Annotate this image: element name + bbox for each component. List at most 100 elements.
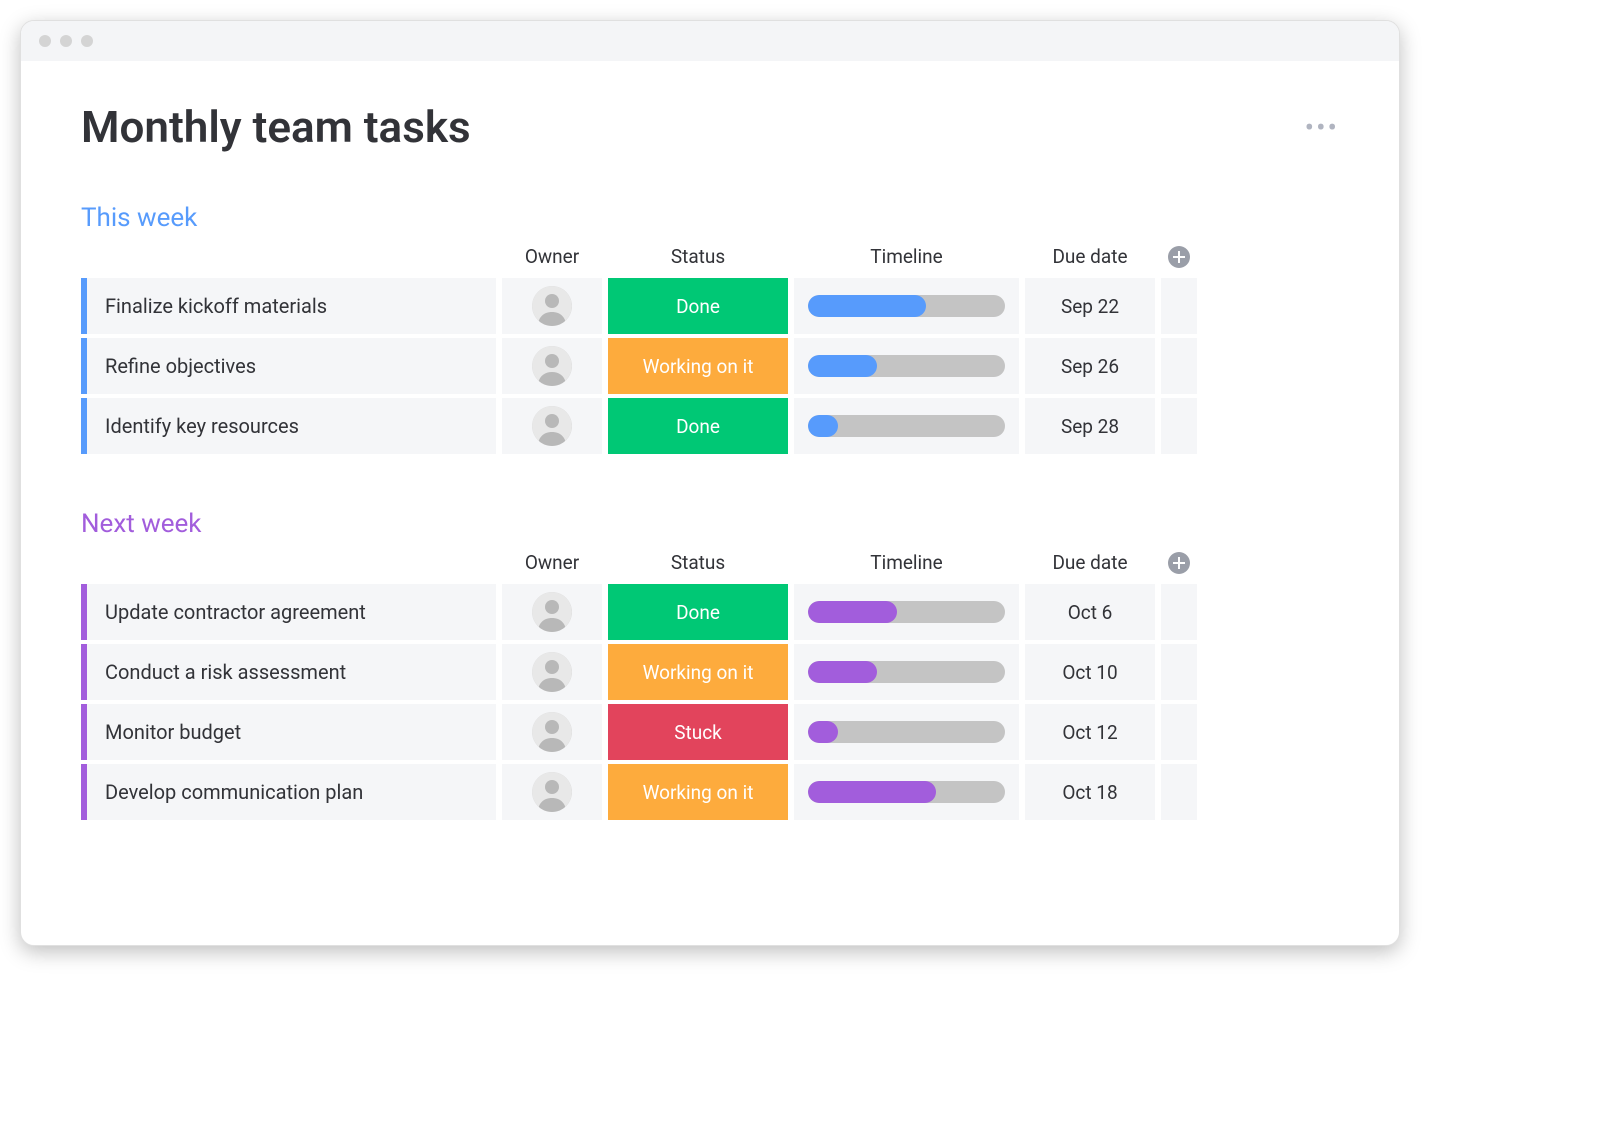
timeline-bar	[808, 601, 1005, 623]
due-date-cell[interactable]: Oct 10	[1025, 644, 1155, 700]
more-options-button[interactable]: •••	[1305, 111, 1339, 144]
due-date-cell[interactable]: Oct 6	[1025, 584, 1155, 640]
owner-cell[interactable]	[502, 704, 602, 760]
col-due[interactable]: Due date	[1025, 239, 1155, 274]
col-status[interactable]: Status	[608, 545, 788, 580]
group-title[interactable]: This week	[81, 203, 1339, 233]
timeline-fill	[808, 601, 897, 623]
plus-icon	[1168, 246, 1190, 268]
col-status[interactable]: Status	[608, 239, 788, 274]
board-title: Monthly team tasks	[81, 101, 471, 153]
owner-cell[interactable]	[502, 398, 602, 454]
due-date-cell[interactable]: Sep 26	[1025, 338, 1155, 394]
owner-cell[interactable]	[502, 278, 602, 334]
status-label: Stuck	[674, 721, 722, 744]
timeline-cell[interactable]	[794, 704, 1019, 760]
task-name: Finalize kickoff materials	[105, 294, 327, 318]
timeline-cell[interactable]	[794, 644, 1019, 700]
owner-cell[interactable]	[502, 764, 602, 820]
timeline-fill	[808, 721, 838, 743]
owner-cell[interactable]	[502, 338, 602, 394]
add-column-button[interactable]	[1161, 545, 1197, 580]
task-name-cell[interactable]: Finalize kickoff materials	[81, 278, 496, 334]
timeline-cell[interactable]	[794, 584, 1019, 640]
col-timeline[interactable]: Timeline	[794, 239, 1019, 274]
timeline-bar	[808, 415, 1005, 437]
avatar	[532, 346, 572, 386]
status-label: Done	[676, 415, 720, 438]
extra-cell[interactable]	[1161, 338, 1197, 394]
group-title[interactable]: Next week	[81, 509, 1339, 539]
due-date: Oct 18	[1062, 781, 1117, 804]
status-label: Done	[676, 295, 720, 318]
table-row[interactable]: Finalize kickoff materials Done Sep 22	[81, 278, 1339, 334]
due-date: Oct 6	[1068, 601, 1113, 624]
task-name-cell[interactable]: Develop communication plan	[81, 764, 496, 820]
col-owner[interactable]: Owner	[502, 545, 602, 580]
timeline-fill	[808, 781, 936, 803]
due-date: Oct 10	[1062, 661, 1117, 684]
due-date-cell[interactable]: Sep 28	[1025, 398, 1155, 454]
status-cell[interactable]: Done	[608, 278, 788, 334]
plus-icon	[1168, 552, 1190, 574]
window-dot[interactable]	[60, 35, 72, 47]
timeline-cell[interactable]	[794, 338, 1019, 394]
board-header: Monthly team tasks •••	[81, 101, 1339, 153]
group-section: This week Owner Status Timeline Due date…	[81, 203, 1339, 454]
timeline-cell[interactable]	[794, 278, 1019, 334]
task-name: Develop communication plan	[105, 780, 363, 804]
extra-cell[interactable]	[1161, 644, 1197, 700]
task-name-cell[interactable]: Monitor budget	[81, 704, 496, 760]
due-date: Sep 28	[1061, 415, 1119, 438]
extra-cell[interactable]	[1161, 704, 1197, 760]
extra-cell[interactable]	[1161, 764, 1197, 820]
table-row[interactable]: Identify key resources Done Sep 28	[81, 398, 1339, 454]
status-cell[interactable]: Done	[608, 584, 788, 640]
window-titlebar	[21, 21, 1399, 61]
status-label: Working on it	[643, 355, 754, 378]
timeline-cell[interactable]	[794, 398, 1019, 454]
status-cell[interactable]: Working on it	[608, 338, 788, 394]
table-row[interactable]: Conduct a risk assessment Working on it …	[81, 644, 1339, 700]
status-cell[interactable]: Stuck	[608, 704, 788, 760]
timeline-fill	[808, 415, 838, 437]
col-due[interactable]: Due date	[1025, 545, 1155, 580]
task-name: Refine objectives	[105, 354, 256, 378]
task-name-cell[interactable]: Identify key resources	[81, 398, 496, 454]
due-date-cell[interactable]: Oct 12	[1025, 704, 1155, 760]
task-name-cell[interactable]: Refine objectives	[81, 338, 496, 394]
add-column-button[interactable]	[1161, 239, 1197, 274]
timeline-bar	[808, 721, 1005, 743]
owner-cell[interactable]	[502, 644, 602, 700]
timeline-bar	[808, 661, 1005, 683]
window-dot[interactable]	[39, 35, 51, 47]
table-row[interactable]: Update contractor agreement Done Oct 6	[81, 584, 1339, 640]
status-cell[interactable]: Done	[608, 398, 788, 454]
owner-cell[interactable]	[502, 584, 602, 640]
board-content: Monthly team tasks ••• This week Owner S…	[21, 61, 1399, 945]
extra-cell[interactable]	[1161, 398, 1197, 454]
window-dot[interactable]	[81, 35, 93, 47]
extra-cell[interactable]	[1161, 584, 1197, 640]
col-task	[81, 239, 496, 274]
table-row[interactable]: Refine objectives Working on it Sep 26	[81, 338, 1339, 394]
app-window: Monthly team tasks ••• This week Owner S…	[20, 20, 1400, 946]
col-timeline[interactable]: Timeline	[794, 545, 1019, 580]
task-name-cell[interactable]: Conduct a risk assessment	[81, 644, 496, 700]
timeline-bar	[808, 295, 1005, 317]
columns-header: Owner Status Timeline Due date	[81, 239, 1339, 274]
table-row[interactable]: Monitor budget Stuck Oct 12	[81, 704, 1339, 760]
status-cell[interactable]: Working on it	[608, 644, 788, 700]
status-cell[interactable]: Working on it	[608, 764, 788, 820]
avatar	[532, 406, 572, 446]
due-date-cell[interactable]: Sep 22	[1025, 278, 1155, 334]
timeline-cell[interactable]	[794, 764, 1019, 820]
avatar	[532, 712, 572, 752]
status-label: Working on it	[643, 661, 754, 684]
table-row[interactable]: Develop communication plan Working on it…	[81, 764, 1339, 820]
due-date-cell[interactable]: Oct 18	[1025, 764, 1155, 820]
columns-header: Owner Status Timeline Due date	[81, 545, 1339, 580]
task-name-cell[interactable]: Update contractor agreement	[81, 584, 496, 640]
extra-cell[interactable]	[1161, 278, 1197, 334]
col-owner[interactable]: Owner	[502, 239, 602, 274]
